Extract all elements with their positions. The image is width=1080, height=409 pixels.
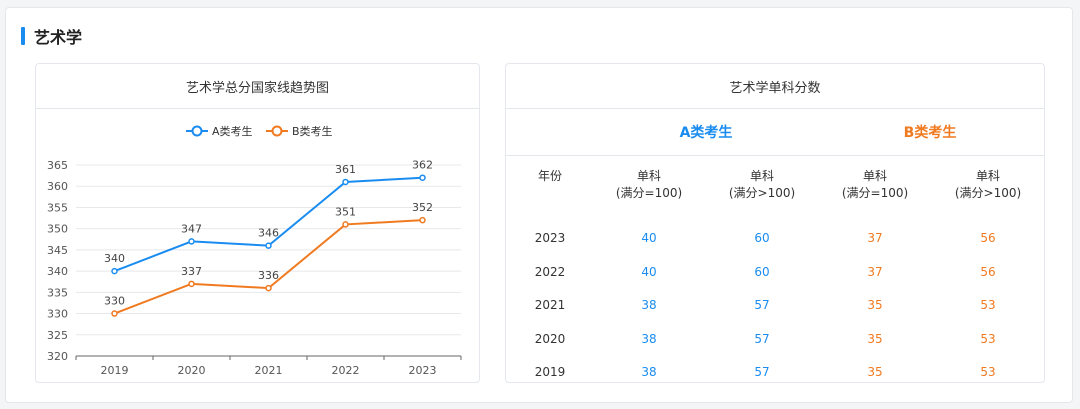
data-label: 361 bbox=[335, 163, 356, 176]
table-year-cell: 2023 bbox=[534, 231, 566, 245]
column-header: 单科 (满分>100) bbox=[933, 168, 1043, 202]
data-point bbox=[342, 178, 349, 186]
section-accent-bar bbox=[21, 27, 25, 45]
y-tick-label: 345 bbox=[47, 244, 68, 257]
table-year-cell: 2021 bbox=[534, 298, 566, 312]
data-label: 336 bbox=[258, 269, 279, 282]
section-title: 艺术学 bbox=[34, 28, 83, 47]
table-score-cell: 35 bbox=[867, 331, 883, 346]
trend-chart-card: 艺术学总分国家线趋势图 320 325 330 335 340 345 350 355 360 3… bbox=[35, 63, 480, 383]
table-score-cell: 38 bbox=[641, 365, 657, 379]
data-label: 351 bbox=[335, 205, 356, 218]
table-score-cell: 37 bbox=[867, 264, 883, 279]
table-score-cell: 37 bbox=[867, 231, 883, 245]
table-year-cell: 2019 bbox=[534, 365, 566, 379]
table-score-cell: 56 bbox=[980, 231, 996, 245]
y-tick-label: 340 bbox=[47, 265, 68, 278]
data-point bbox=[188, 280, 195, 288]
table-year-cell: 2020 bbox=[534, 331, 566, 346]
legend-label: B类考生 bbox=[292, 124, 333, 138]
table-score-cell: 38 bbox=[641, 298, 657, 312]
data-label: 352 bbox=[412, 201, 433, 214]
y-tick-label: 355 bbox=[47, 201, 68, 214]
table-score-cell: 60 bbox=[754, 264, 770, 279]
group-a-label: A类考生 bbox=[679, 125, 733, 141]
art-section-panel: 艺术学 艺术学总分国家线趋势图 320 325 330 335 340 345 350 355… bbox=[5, 7, 1073, 403]
trend-chart-title: 艺术学总分国家线趋势图 bbox=[36, 64, 479, 109]
y-tick-label: 325 bbox=[47, 329, 68, 342]
y-tick-label: 335 bbox=[47, 286, 68, 299]
subject-score-card: 艺术学单科分数 A类考生 B类考生 年份 单科 (满分=100) 单科 (满分>100)… bbox=[505, 63, 1045, 383]
data-point bbox=[419, 174, 426, 181]
x-tick-label: 2022 bbox=[332, 364, 360, 377]
column-header-line1: 单科 bbox=[975, 169, 1000, 183]
group-header-row: A类考生 B类考生 bbox=[506, 110, 1044, 156]
data-label: 347 bbox=[181, 222, 202, 235]
table-score-cell: 60 bbox=[754, 231, 770, 245]
column-header: 单科 (满分=100) bbox=[594, 168, 704, 202]
data-label: 330 bbox=[104, 295, 125, 308]
column-header: 单科 (满分=100) bbox=[820, 168, 930, 202]
legend-marker-icon bbox=[191, 125, 203, 137]
table-score-cell: 53 bbox=[980, 298, 996, 312]
data-point bbox=[265, 284, 272, 292]
column-header-line1: 单科 bbox=[862, 169, 887, 183]
data-point bbox=[342, 221, 349, 228]
x-tick-label: 2023 bbox=[409, 364, 437, 377]
data-label: 340 bbox=[104, 252, 125, 265]
table-score-cell: 35 bbox=[867, 298, 883, 312]
data-point bbox=[419, 216, 426, 224]
data-label: 337 bbox=[181, 265, 202, 278]
table-score-cell: 56 bbox=[980, 264, 996, 279]
column-header-line1: 单科 bbox=[749, 169, 774, 183]
table-score-cell: 38 bbox=[641, 331, 657, 346]
legend-label: A类考生 bbox=[212, 124, 253, 138]
y-tick-label: 350 bbox=[47, 223, 68, 236]
y-tick-label: 365 bbox=[47, 159, 68, 172]
column-header-line1: 单科 bbox=[636, 169, 661, 183]
section-heading: 艺术学 bbox=[21, 25, 82, 47]
table-score-cell: 57 bbox=[754, 365, 770, 379]
data-label: 362 bbox=[412, 159, 433, 172]
x-tick-label: 2019 bbox=[101, 364, 129, 377]
table-score-cell: 53 bbox=[980, 365, 996, 379]
column-header: 单科 (满分>100) bbox=[707, 168, 817, 202]
data-point bbox=[188, 238, 195, 245]
table-score-cell: 35 bbox=[867, 365, 883, 379]
column-header-line2: (满分>100) bbox=[728, 186, 796, 200]
data-point bbox=[265, 242, 272, 249]
y-tick-label: 360 bbox=[47, 180, 68, 193]
x-tick-label: 2021 bbox=[255, 364, 283, 377]
group-b-label: B类考生 bbox=[903, 125, 957, 141]
table-score-cell: 40 bbox=[641, 231, 657, 245]
table-score-cell: 57 bbox=[754, 331, 770, 346]
table-score-cell: 57 bbox=[754, 298, 770, 312]
data-point bbox=[111, 310, 118, 317]
data-point bbox=[111, 267, 118, 275]
column-header-line2: (满分>100) bbox=[954, 186, 1022, 200]
subject-score-title: 艺术学单科分数 bbox=[506, 64, 1044, 109]
series-line bbox=[114, 176, 423, 273]
x-tick-label: 2020 bbox=[178, 364, 206, 377]
y-tick-label: 330 bbox=[47, 308, 68, 321]
table-score-cell: 53 bbox=[980, 331, 996, 346]
column-header: 年份 bbox=[495, 168, 605, 185]
column-header-line2: (满分=100) bbox=[841, 186, 909, 200]
table-year-cell: 2022 bbox=[534, 264, 566, 279]
column-header-line1: 年份 bbox=[537, 169, 562, 183]
legend-marker-icon bbox=[271, 125, 283, 137]
trend-line-chart: 320 325 330 335 340 345 350 355 360 365 2019 2020 20… bbox=[47, 124, 462, 377]
data-label: 346 bbox=[258, 227, 279, 240]
y-tick-label: 320 bbox=[47, 350, 68, 363]
column-header-line2: (满分=100) bbox=[615, 186, 683, 200]
table-score-cell: 40 bbox=[641, 264, 657, 279]
